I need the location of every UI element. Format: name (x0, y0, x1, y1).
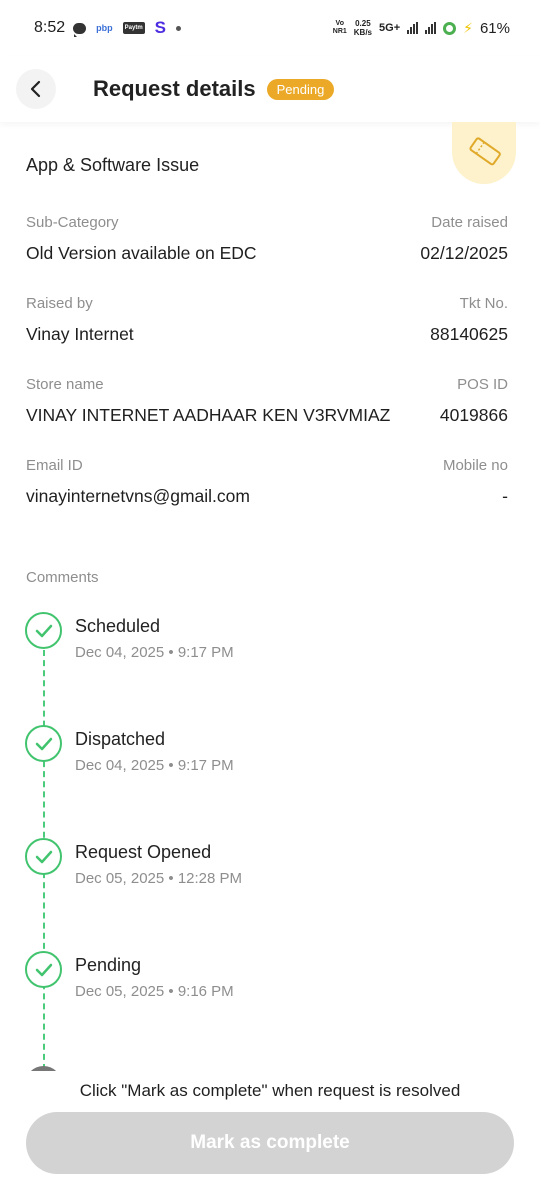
store-name-label: Store name (26, 376, 104, 393)
paytm-icon: Paytm (122, 22, 145, 34)
network-speed-unit: KB/s (353, 28, 373, 37)
timeline-title: Dispatched (75, 729, 166, 749)
volte-vo-text: Vo (335, 20, 344, 27)
timeline-date: Dec 04, 2025 • 9:17 PM (75, 644, 234, 661)
date-raised-value: 02/12/2025 (420, 243, 508, 263)
s-app-icon: S (154, 18, 166, 37)
header: Request details Pending (0, 56, 540, 122)
network-speed: 0.25 KB/s (354, 19, 372, 37)
signal-icon (407, 22, 419, 34)
signal-icon-2 (425, 22, 437, 34)
timeline-title: Scheduled (75, 616, 161, 636)
data-saver-icon (443, 21, 457, 35)
comments-label: Comments (26, 569, 99, 586)
check-icon (25, 951, 62, 988)
volte-nr-text: NR1 (332, 28, 347, 35)
pos-id-label: POS ID (457, 376, 508, 393)
status-time: 8:52 (34, 19, 66, 36)
volte-indicator: Vo NR1 (333, 20, 347, 36)
raised-by-label: Raised by (26, 295, 93, 312)
sub-category-value: Old Version available on EDC (26, 243, 257, 263)
timeline-item: Pending Dec 05, 2025 • 9:16 PM (25, 951, 505, 1001)
timeline-item: Scheduled Dec 04, 2025 • 9:17 PM (25, 612, 505, 662)
timeline-title: Request Opened (75, 842, 212, 862)
charging-icon: ⚡ (463, 19, 473, 36)
pbp-icon: pbp (96, 23, 113, 33)
email-label: Email ID (26, 457, 83, 474)
date-raised-label: Date raised (431, 214, 508, 231)
timeline-date: Dec 05, 2025 • 9:16 PM (75, 983, 234, 1000)
check-icon (25, 838, 62, 875)
mobile-label: Mobile no (442, 457, 508, 474)
ticket-icon (452, 122, 516, 184)
network-type: 5G+ (379, 22, 401, 34)
timeline-date: Dec 05, 2025 • 12:28 PM (75, 870, 243, 887)
notification-icons: pbp Paytm S (73, 18, 181, 38)
pos-id-value: 4019866 (439, 405, 508, 425)
ticket-number-label: Tkt No. (459, 295, 508, 312)
battery-level: 61% (479, 19, 510, 37)
timeline-title: Pending (75, 955, 142, 975)
ticket-number-value: 88140625 (430, 324, 508, 344)
timeline-date: Dec 04, 2025 • 9:17 PM (75, 757, 234, 774)
check-icon (25, 725, 62, 762)
check-icon (25, 612, 62, 649)
back-button[interactable] (16, 69, 56, 109)
timeline-item: Dispatched Dec 04, 2025 • 9:17 PM (25, 725, 505, 775)
category-title: App & Software Issue (26, 155, 200, 175)
system-icons: Vo NR1 0.25 KB/s 5G+ ⚡ 61% (333, 19, 510, 37)
chat-icon (73, 22, 87, 37)
back-arrow-icon (30, 80, 41, 98)
completion-hint: Click "Mark as complete" when request is… (79, 1081, 461, 1100)
more-notifications-dot-icon (176, 25, 181, 31)
sub-category-label: Sub-Category (26, 214, 119, 231)
mobile-value: - (502, 486, 508, 506)
timeline-item: Request Opened Dec 05, 2025 • 12:28 PM (25, 838, 505, 888)
bottom-action-bar: Click "Mark as complete" when request is… (0, 1071, 540, 1200)
network-speed-value: 0.25 (355, 19, 371, 28)
store-name-value: VINAY INTERNET AADHAAR KEN V3RVMIAZ (26, 405, 391, 425)
status-bar: 8:52 pbp Paytm S Vo NR1 0.25 KB/s 5G+ ⚡ … (0, 0, 540, 56)
raised-by-value: Vinay Internet (26, 324, 134, 344)
status-badge: Pending (266, 78, 335, 100)
ticket-icon-graphic (469, 137, 501, 166)
page-title: Request details (93, 76, 256, 101)
email-value: vinayinternetvns@gmail.com (26, 486, 250, 506)
mark-as-complete-button[interactable]: Mark as complete (26, 1112, 514, 1174)
